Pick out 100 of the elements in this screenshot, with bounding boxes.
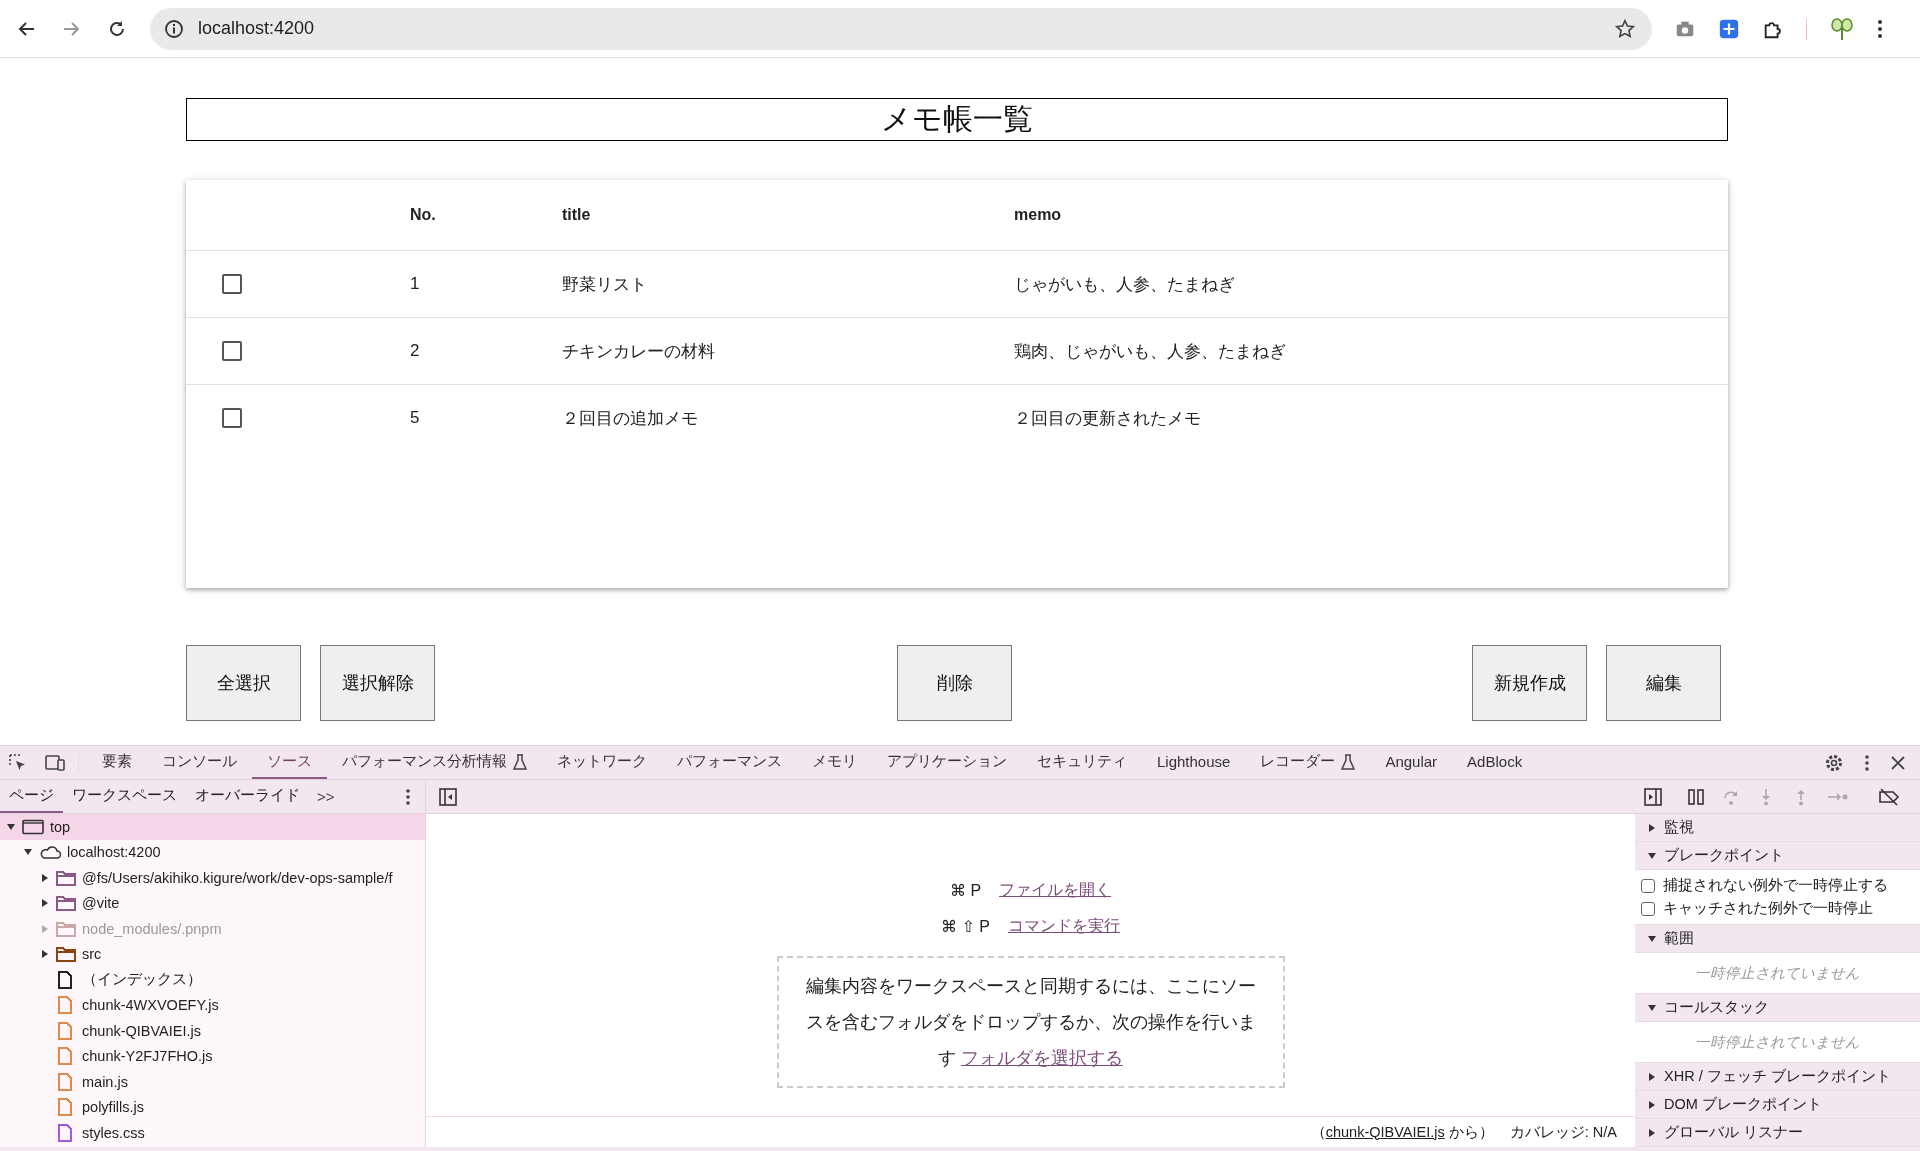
table-cell-text: 野菜リスト: [562, 273, 648, 296]
devtools-tab[interactable]: ネットワーク: [542, 746, 662, 779]
pause-icon[interactable]: [1687, 787, 1705, 806]
plus-square-icon[interactable]: [1718, 17, 1740, 40]
frame-icon: [22, 818, 44, 835]
row-checkbox[interactable]: [222, 341, 242, 361]
empty-message: 一時停止されていません: [1695, 1032, 1860, 1052]
devtools-tab[interactable]: パフォーマンス分析情報: [327, 746, 542, 779]
source-note: （chunk-QIBVAIEI.js から）: [1310, 1122, 1494, 1142]
action-button[interactable]: 編集: [1606, 645, 1721, 721]
tree-item[interactable]: polyfills.js: [0, 1094, 425, 1120]
page-title: メモ帳一覧: [186, 98, 1728, 141]
triangle-icon[interactable]: [40, 872, 50, 883]
sprout-icon[interactable]: [1829, 15, 1855, 42]
close-icon[interactable]: [1890, 754, 1906, 771]
more-icon[interactable]: [1864, 753, 1870, 772]
command-link[interactable]: ファイルを開く: [999, 879, 1112, 901]
more-icon[interactable]: [405, 787, 411, 806]
navigator-tab[interactable]: ワークスペース: [63, 780, 186, 813]
source-link[interactable]: chunk-QIBVAIEI.js: [1325, 1123, 1445, 1140]
table-cell-text: チキンカレーの材料: [562, 340, 716, 363]
tree-item[interactable]: （インデックス）: [0, 967, 425, 993]
tree-item[interactable]: @vite: [0, 890, 425, 916]
tree-item[interactable]: localhost:4200: [0, 839, 425, 865]
devtools-tab[interactable]: AdBlock: [1452, 746, 1538, 779]
cloud-icon: [39, 844, 61, 861]
devtools-tab[interactable]: アプリケーション: [872, 746, 1022, 779]
triangle-icon[interactable]: [6, 821, 16, 832]
shortcut-keys: ⌘ P: [949, 880, 982, 900]
devtools-tab[interactable]: Angular: [1370, 746, 1453, 779]
section-header[interactable]: 監視: [1635, 814, 1920, 842]
tree-item[interactable]: main.js: [0, 1069, 425, 1095]
triangle-icon[interactable]: [1647, 1002, 1657, 1013]
inspect-icon[interactable]: [8, 752, 28, 773]
table-cell-text: ２回目の追加メモ: [562, 407, 699, 430]
action-button[interactable]: 新規作成: [1472, 645, 1587, 721]
navigator-tab[interactable]: オーバーライド: [186, 780, 309, 813]
tree-item[interactable]: chunk-QIBVAIEI.js: [0, 1018, 425, 1044]
tree-item[interactable]: @fs/Users/akihiko.kigure/work/dev-ops-sample/f: [0, 865, 425, 891]
shortcut-keys: ⌘ ⇧ P: [941, 916, 990, 936]
devtools-tab[interactable]: コンソール: [147, 746, 252, 779]
triangle-icon[interactable]: [1647, 850, 1657, 861]
table-cell-text: 2: [410, 341, 421, 361]
star-icon[interactable]: [1614, 17, 1636, 40]
tree-item[interactable]: top: [0, 814, 425, 840]
triangle-icon[interactable]: [1647, 1071, 1657, 1082]
section-header[interactable]: DOM ブレークポイント: [1635, 1091, 1920, 1119]
table-cell-text: 1: [410, 274, 421, 294]
triangle-icon[interactable]: [1647, 1099, 1657, 1110]
sidebar-toggle-icon[interactable]: [439, 787, 457, 806]
more-tabs-button[interactable]: >>: [309, 788, 343, 805]
devtools-tab[interactable]: ソース: [252, 746, 327, 779]
triangle-icon[interactable]: [1647, 933, 1657, 944]
table-cell-text: 鶏肉、じゃがいも、人参、たまねぎ: [1014, 340, 1287, 363]
more-icon[interactable]: [1877, 18, 1883, 39]
empty-message: 一時停止されていません: [1695, 963, 1860, 983]
coverage-label: カバレッジ: N/A: [1509, 1122, 1617, 1142]
devtools-tab[interactable]: Lighthouse: [1142, 746, 1246, 779]
row-checkbox[interactable]: [222, 274, 242, 294]
checkbox[interactable]: [1641, 878, 1655, 893]
devtools-tab[interactable]: セキュリティ: [1022, 746, 1142, 779]
section-header[interactable]: グローバル リスナー: [1635, 1119, 1920, 1147]
column-header: No.: [410, 206, 437, 224]
devtools-tab[interactable]: メモリ: [797, 746, 872, 779]
devtools-tab[interactable]: レコーダー: [1245, 746, 1371, 779]
triangle-icon[interactable]: [1647, 1127, 1657, 1138]
drop-instructions: 編集内容をワークスペースと同期するには、ここにソースを含むフォルダをドロップするか、次の操作を行います フォルダを選択する: [804, 975, 1257, 1070]
tree-item[interactable]: chunk-4WXVOEFY.js: [0, 992, 425, 1018]
action-button[interactable]: 削除: [897, 645, 1012, 721]
deactivate-breakpoints-icon[interactable]: [1878, 787, 1900, 806]
checkbox-label: 捕捉されない例外で一時停止する: [1663, 876, 1888, 895]
flask-icon: [1341, 753, 1356, 770]
action-button[interactable]: 全選択: [186, 645, 301, 721]
drop-zone[interactable]: 編集内容をワークスペースと同期するには、ここにソースを含むフォルダをドロップするか、次の操作を行います フォルダを選択する: [776, 956, 1285, 1088]
triangle-icon[interactable]: [40, 949, 50, 960]
table-cell-text: じゃがいも、人参、たまねぎ: [1014, 273, 1236, 296]
checkbox[interactable]: [1641, 901, 1655, 916]
checkbox-label: キャッチされた例外で一時停止: [1663, 899, 1873, 918]
address-bar[interactable]: localhost:4200: [150, 7, 1652, 50]
flask-icon: [513, 753, 527, 770]
sidebar-toggle-icon[interactable]: [1644, 787, 1662, 806]
settings-icon[interactable]: [1824, 752, 1844, 773]
tree-item[interactable]: styles.css: [0, 1120, 425, 1146]
select-folder-link[interactable]: フォルダを選択する: [960, 1048, 1123, 1068]
table-cell-text: 5: [410, 408, 421, 428]
devtools-tab[interactable]: パフォーマンス: [662, 746, 797, 779]
command-link[interactable]: コマンドを実行: [1008, 915, 1120, 937]
column-header: title: [562, 206, 592, 224]
triangle-icon[interactable]: [1647, 822, 1657, 833]
tree-item[interactable]: src: [0, 941, 425, 967]
section-header[interactable]: XHR / フェッチ ブレークポイント: [1635, 1063, 1920, 1091]
column-header: memo: [1014, 206, 1063, 224]
device-icon[interactable]: [44, 752, 66, 773]
triangle-icon[interactable]: [40, 898, 50, 909]
action-button[interactable]: 選択解除: [320, 645, 435, 721]
row-checkbox[interactable]: [222, 408, 242, 428]
table-cell-text: ２回目の更新されたメモ: [1014, 407, 1202, 430]
devtools-tab[interactable]: 要素: [87, 746, 147, 779]
tree-item[interactable]: chunk-Y2FJ7FHO.js: [0, 1043, 425, 1069]
info-icon[interactable]: [164, 18, 184, 39]
